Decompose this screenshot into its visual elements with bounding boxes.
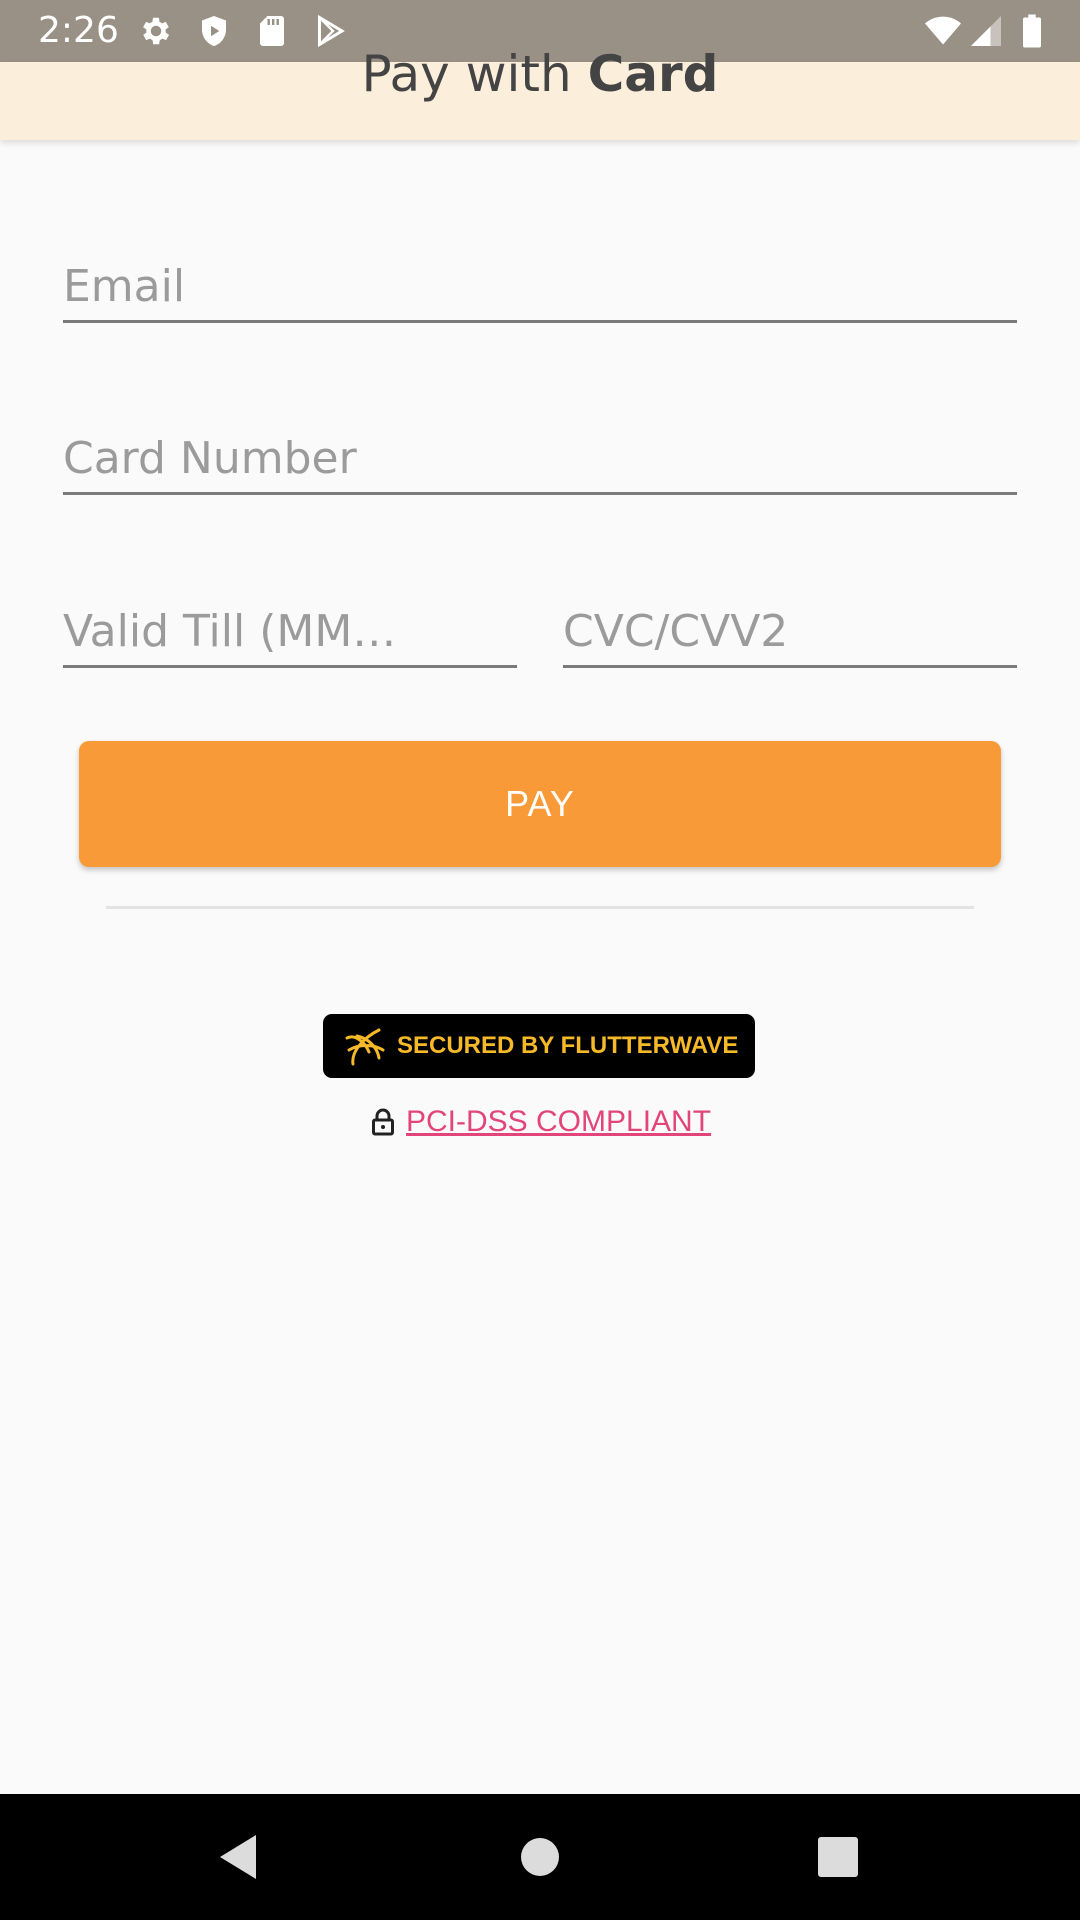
title-bold: Card (587, 45, 719, 103)
cvc-input[interactable] (563, 606, 1017, 657)
cvc-field (563, 585, 1017, 668)
pci-row: PCI-DSS COMPLIANT (366, 1098, 726, 1146)
valid-till-input[interactable] (63, 606, 517, 657)
email-input[interactable] (63, 261, 1017, 312)
lock-icon (372, 1108, 394, 1136)
secured-badge: SECURED BY FLUTTERWAVE (323, 1014, 755, 1078)
email-field (63, 240, 1017, 323)
card-number-field (63, 412, 1017, 495)
secured-text: SECURED BY FLUTTERWAVE (397, 1032, 739, 1059)
card-number-input[interactable] (63, 433, 1017, 484)
divider (106, 906, 974, 909)
navigation-bar (0, 1794, 1080, 1920)
back-icon[interactable] (208, 1825, 272, 1889)
pci-dss-link[interactable]: PCI-DSS COMPLIANT (406, 1098, 711, 1146)
title-prefix: Pay with (361, 45, 588, 103)
pay-button[interactable]: PAY (79, 741, 1001, 867)
flutterwave-logo-icon (345, 1028, 385, 1066)
home-icon[interactable] (508, 1825, 572, 1889)
page-title: Pay with Card (0, 44, 1080, 104)
valid-till-field (63, 585, 517, 668)
recents-icon[interactable] (806, 1825, 870, 1889)
